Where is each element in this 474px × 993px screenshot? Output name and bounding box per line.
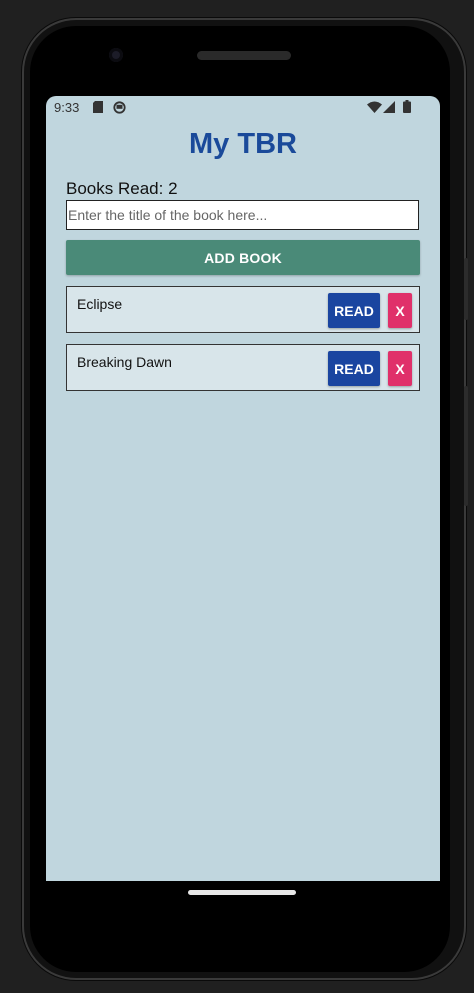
app-screen: 9:33 My TBR Books Read: 2 ADD BOOK Eclip…	[46, 96, 440, 881]
book-title: Breaking Dawn	[77, 354, 172, 370]
read-button[interactable]: READ	[328, 293, 380, 328]
notification-icon	[113, 101, 126, 117]
home-gesture-pill[interactable]	[188, 890, 296, 895]
status-bar: 9:33	[46, 96, 440, 120]
remove-button[interactable]: X	[388, 293, 412, 328]
wifi-icon	[367, 101, 382, 116]
book-list: Eclipse READ X Breaking Dawn READ X	[66, 286, 420, 402]
book-item: Breaking Dawn READ X	[66, 344, 420, 391]
book-title-input[interactable]	[66, 200, 419, 230]
book-item: Eclipse READ X	[66, 286, 420, 333]
front-camera	[109, 48, 123, 62]
add-book-button[interactable]: ADD BOOK	[66, 240, 420, 275]
books-read-count: 2	[168, 179, 178, 198]
books-read-label: Books Read:	[66, 179, 169, 198]
battery-icon	[403, 100, 411, 116]
page-title: My TBR	[189, 128, 297, 160]
sd-card-icon	[93, 101, 103, 116]
status-time: 9:33	[54, 100, 80, 115]
navigation-bar	[46, 881, 440, 931]
book-title: Eclipse	[77, 296, 123, 312]
power-button	[464, 258, 468, 320]
signal-icon	[383, 101, 395, 116]
remove-button[interactable]: X	[388, 351, 412, 386]
books-read-counter: Books Read: 2	[66, 179, 178, 199]
volume-button	[464, 386, 468, 506]
read-button[interactable]: READ	[328, 351, 380, 386]
earpiece-speaker	[197, 51, 291, 60]
